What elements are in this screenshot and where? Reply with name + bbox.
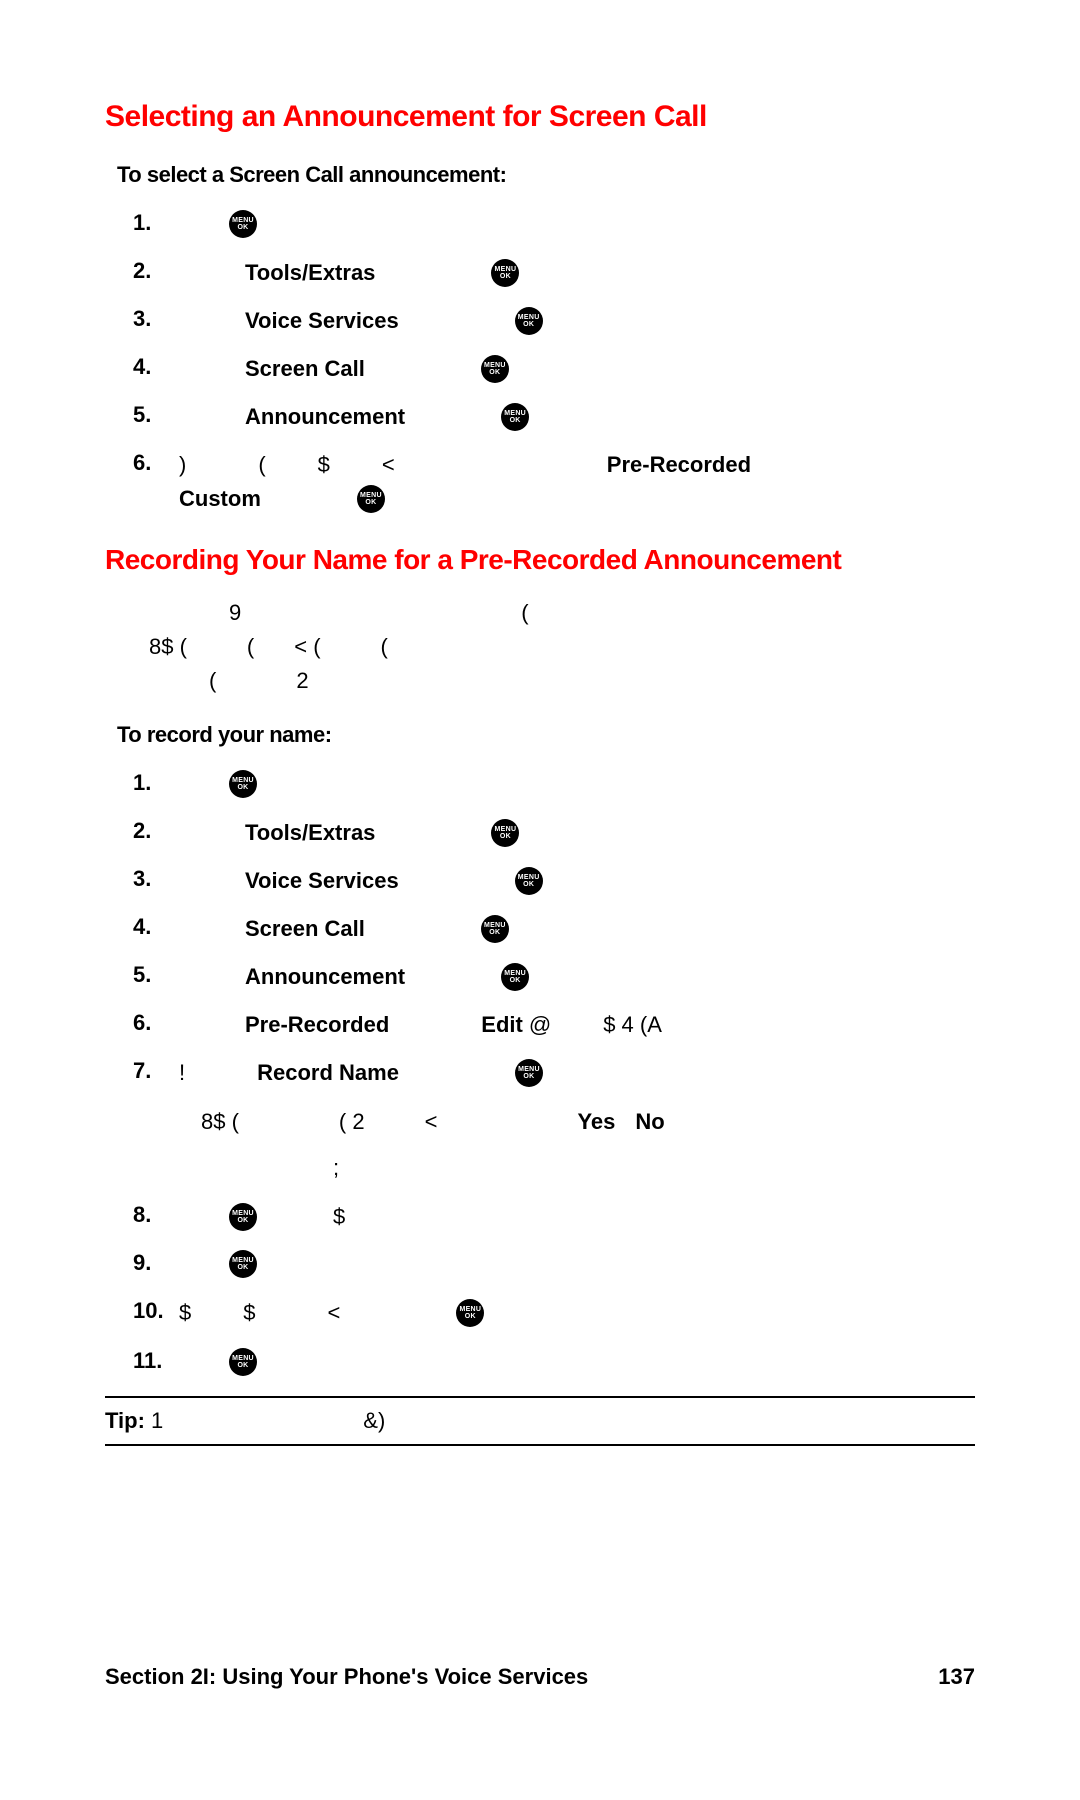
steps-list-b: 1. MENUOK 2. Tools/Extras MENUOK 3. Voic… xyxy=(133,770,975,1378)
footer-section: Section 2I: Using Your Phone's Voice Ser… xyxy=(105,1664,588,1690)
label-announcement: Announcement xyxy=(245,962,405,992)
label-voice-services: Voice Services xyxy=(245,866,399,896)
menu-ok-icon: MENUOK xyxy=(229,210,257,238)
paragraph-intro: 9( 8$ ((< (( (2 xyxy=(149,596,975,698)
menu-ok-icon: MENUOK xyxy=(456,1299,484,1327)
step-number: 2. xyxy=(133,258,179,284)
step-a5: 5. Announcement MENUOK xyxy=(133,402,975,432)
step-a4: 4. Screen Call MENUOK xyxy=(133,354,975,384)
step-b2: 2. Tools/Extras MENUOK xyxy=(133,818,975,848)
label-announcement: Announcement xyxy=(245,402,405,432)
text-fragment: $ xyxy=(318,450,330,480)
footer-page-number: 137 xyxy=(938,1664,975,1690)
label-pre-recorded: Pre-Recorded xyxy=(607,450,751,480)
tip-label: Tip: xyxy=(105,1408,145,1433)
step-b7: 7. ! Record Name MENUOK xyxy=(133,1058,975,1088)
text-fragment: $ 4 (A xyxy=(603,1010,662,1040)
step-b9: 9. MENUOK xyxy=(133,1250,975,1280)
menu-ok-icon: MENUOK xyxy=(491,259,519,287)
step-b1: 1. MENUOK xyxy=(133,770,975,800)
step-number: 3. xyxy=(133,306,179,332)
label-screen-call: Screen Call xyxy=(245,354,365,384)
menu-ok-icon: MENUOK xyxy=(229,1250,257,1278)
text-fragment: < xyxy=(328,1298,341,1328)
menu-ok-icon: MENUOK xyxy=(501,403,529,431)
step-a2: 2. Tools/Extras MENUOK xyxy=(133,258,975,288)
step-b8: 8. MENUOK $ xyxy=(133,1202,975,1232)
menu-ok-icon: MENUOK xyxy=(491,819,519,847)
step-b11: 11. MENUOK xyxy=(133,1348,975,1378)
step-number: 2. xyxy=(133,818,179,844)
label-record-name: Record Name xyxy=(257,1058,399,1088)
menu-ok-icon: MENUOK xyxy=(481,355,509,383)
menu-ok-icon: MENUOK xyxy=(515,867,543,895)
label-pre-recorded: Pre-Recorded xyxy=(245,1010,389,1040)
text-fragment: $ xyxy=(243,1298,255,1328)
label-voice-services: Voice Services xyxy=(245,306,399,336)
step-number: 5. xyxy=(133,962,179,988)
step-b10: 10. $ $ < MENUOK xyxy=(133,1298,975,1328)
step-b3: 3. Voice Services MENUOK xyxy=(133,866,975,896)
menu-ok-icon: MENUOK xyxy=(481,915,509,943)
step-number: 1. xyxy=(133,770,179,796)
heading-selecting-announcement: Selecting an Announcement for Screen Cal… xyxy=(105,100,975,134)
steps-list-a: 1. MENUOK 2. Tools/Extras MENUOK 3. Voic… xyxy=(133,210,975,514)
label-screen-call: Screen Call xyxy=(245,914,365,944)
text-fragment: < xyxy=(382,450,395,480)
step-number: 6. xyxy=(133,1010,179,1036)
step-b6: 6. Pre-Recorded Edit @ $ 4 (A xyxy=(133,1010,975,1040)
step-number: 4. xyxy=(133,914,179,940)
menu-ok-icon: MENUOK xyxy=(501,963,529,991)
step-number: 3. xyxy=(133,866,179,892)
menu-ok-icon: MENUOK xyxy=(229,1348,257,1376)
label-yes: Yes xyxy=(577,1109,615,1134)
label-custom: Custom xyxy=(179,484,261,514)
menu-ok-icon: MENUOK xyxy=(515,307,543,335)
heading-recording-name: Recording Your Name for a Pre-Recorded A… xyxy=(105,544,975,576)
step-b5: 5. Announcement MENUOK xyxy=(133,962,975,992)
tip-text-b: &) xyxy=(363,1408,385,1433)
step-number: 9. xyxy=(133,1250,179,1276)
step-number: 1. xyxy=(133,210,179,236)
step-number: 8. xyxy=(133,1202,179,1228)
step-a1: 1. MENUOK xyxy=(133,210,975,240)
note-line-2: ; xyxy=(333,1152,975,1184)
label-no: No xyxy=(635,1109,664,1134)
text-fragment: ( xyxy=(258,450,265,480)
subheading-select-announcement: To select a Screen Call announcement: xyxy=(117,162,975,188)
menu-ok-icon: MENUOK xyxy=(515,1059,543,1087)
label-edit: Edit xyxy=(481,1010,523,1040)
step-number: 11. xyxy=(133,1348,179,1374)
text-fragment: $ xyxy=(333,1202,345,1232)
tip-box: Tip: 1 &) xyxy=(105,1396,975,1446)
subheading-record-name: To record your name: xyxy=(117,722,975,748)
menu-ok-icon: MENUOK xyxy=(357,485,385,513)
step-number: 10. xyxy=(133,1298,179,1324)
step-a6: 6. ) ( $ < Pre-Recorded Custom MENUOK xyxy=(133,450,975,514)
step-number: 7. xyxy=(133,1058,179,1084)
step-a3: 3. Voice Services MENUOK xyxy=(133,306,975,336)
text-fragment: ! xyxy=(179,1058,185,1088)
label-tools-extras: Tools/Extras xyxy=(245,258,375,288)
note-line-1: 8$ (( 2<YesNo xyxy=(201,1106,975,1138)
page-footer: Section 2I: Using Your Phone's Voice Ser… xyxy=(105,1664,975,1690)
step-number: 4. xyxy=(133,354,179,380)
tip-text-a: 1 xyxy=(151,1408,163,1433)
text-fragment: ) xyxy=(179,450,186,480)
label-tools-extras: Tools/Extras xyxy=(245,818,375,848)
menu-ok-icon: MENUOK xyxy=(229,1203,257,1231)
menu-ok-icon: MENUOK xyxy=(229,770,257,798)
step-number: 6. xyxy=(133,450,179,476)
step-b4: 4. Screen Call MENUOK xyxy=(133,914,975,944)
text-fragment: $ xyxy=(179,1298,191,1328)
step-number: 5. xyxy=(133,402,179,428)
text-fragment: @ xyxy=(529,1010,551,1040)
